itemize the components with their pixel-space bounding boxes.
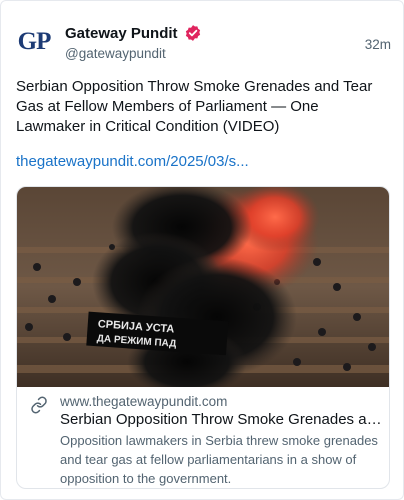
link-icon <box>31 396 47 414</box>
link-description: Opposition lawmakers in Serbia threw smo… <box>60 433 378 486</box>
verified-badge-icon <box>185 25 200 41</box>
post-header: GP Gateway Pundit @gatewaypundit 32m <box>15 23 391 69</box>
gateway-pundit-logo: GP <box>17 28 52 55</box>
post-timestamp[interactable]: 32m <box>365 37 391 52</box>
link-domain: www.thegatewaypundit.com <box>60 394 228 409</box>
link-preview-card[interactable]: СРБИЈА УСТА ДА РЕЖИМ ПАД www.thegatewayp… <box>16 186 390 489</box>
handle[interactable]: @gatewaypundit <box>65 46 202 61</box>
post-link[interactable]: thegatewaypundit.com/2025/03/s... <box>16 152 388 172</box>
display-name[interactable]: Gateway Pundit <box>65 25 178 42</box>
preview-image[interactable]: СРБИЈА УСТА ДА РЕЖИМ ПАД <box>17 187 390 387</box>
post-card[interactable]: GP Gateway Pundit @gatewaypundit 32m Ser… <box>0 0 404 500</box>
avatar[interactable]: GP <box>15 23 53 61</box>
post-text: Serbian Opposition Throw Smoke Grenades … <box>16 78 373 135</box>
link-title[interactable]: Serbian Opposition Throw Smoke Grenades … <box>60 411 382 428</box>
author-names: Gateway Pundit @gatewaypundit <box>65 23 202 61</box>
link-preview-meta[interactable]: www.thegatewaypundit.com Serbian Opposit… <box>17 387 389 488</box>
